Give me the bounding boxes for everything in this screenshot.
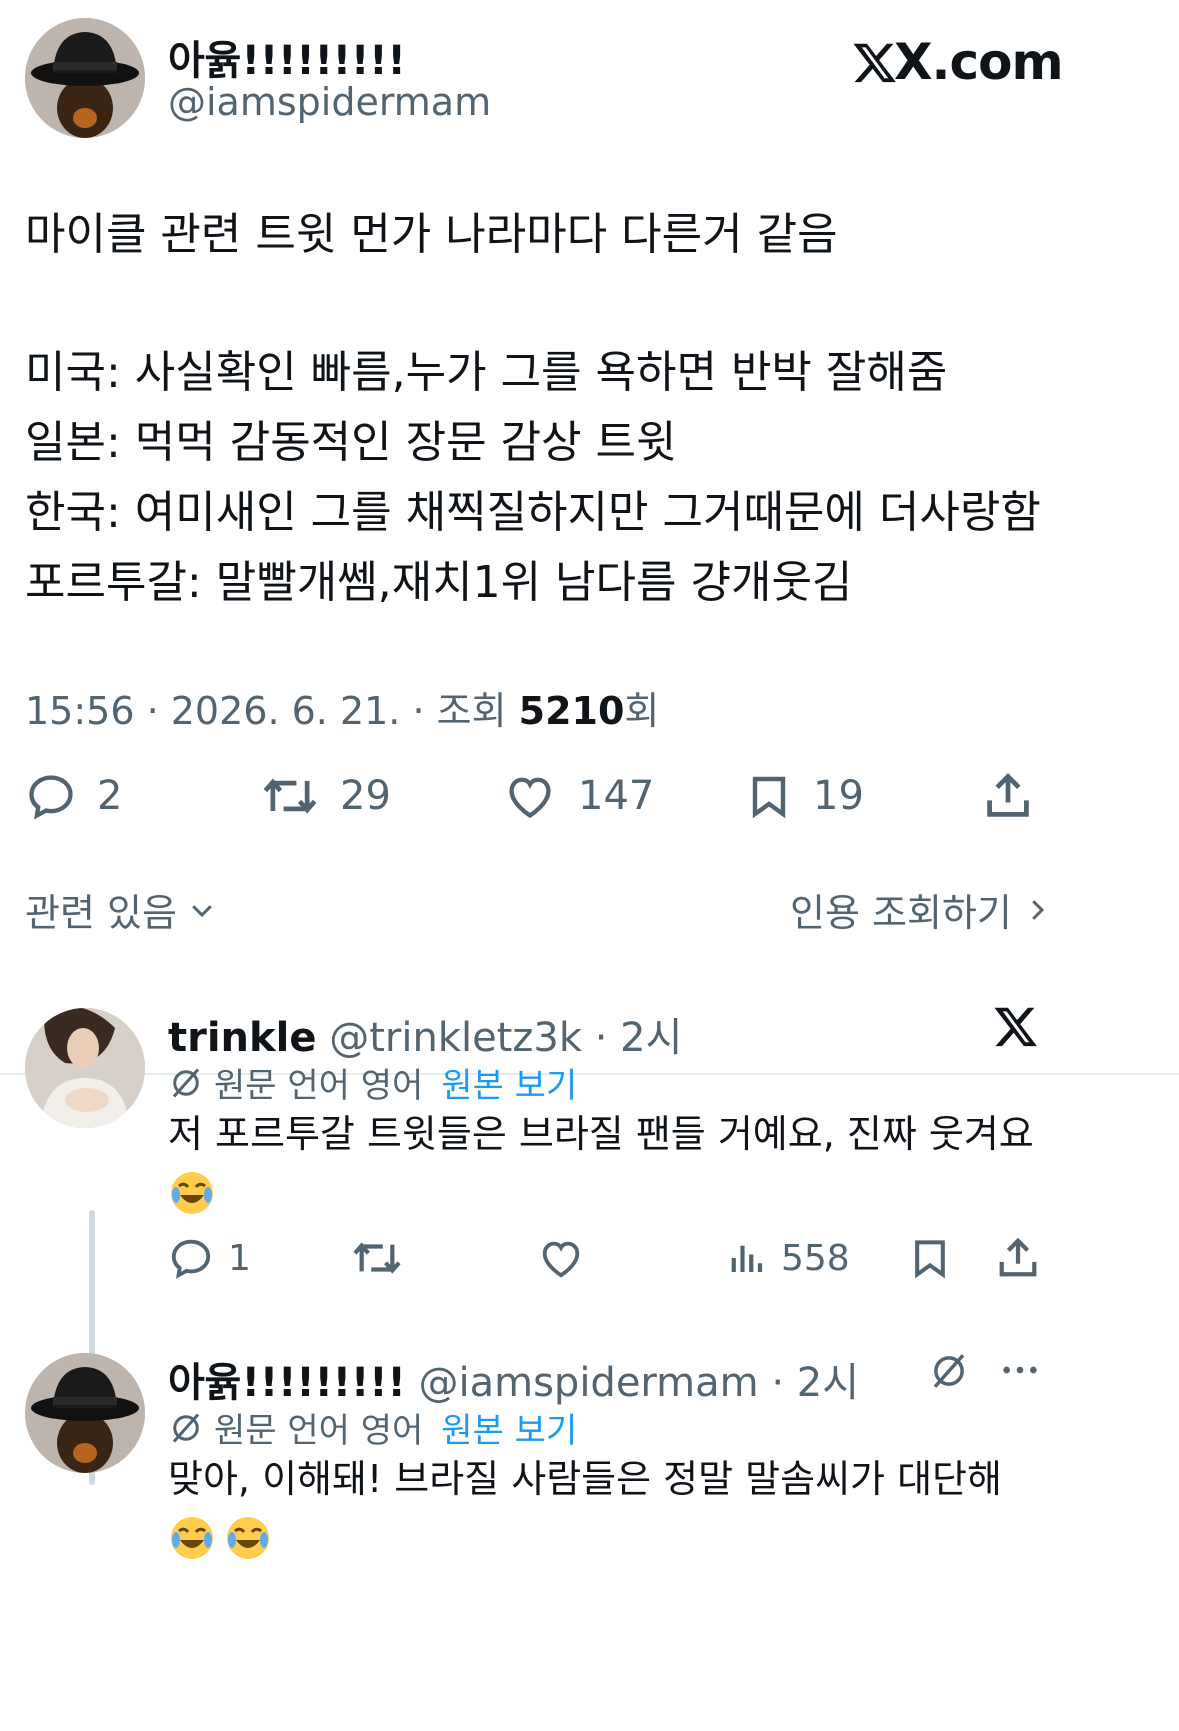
heart-icon [509, 777, 551, 819]
share-icon [999, 1237, 1037, 1277]
reply-view-count: 558 [781, 1237, 850, 1279]
reply-time[interactable]: · 2시 [771, 1360, 859, 1406]
retweet-count: 29 [340, 773, 391, 819]
tweet-line: 미국: 사실확인 빠름,누가 그를 욕하면 반박 잘해줌 [25, 347, 948, 398]
bookmark-icon [752, 776, 786, 819]
reply-text: 맞아, 이해돼! 브라질 사람들은 정말 말솜씨가 대단해 [168, 1450, 1002, 1568]
emoji-row [168, 1508, 1002, 1568]
like-count: 147 [578, 773, 655, 819]
view-quotes-link[interactable]: 인용 조회하기 [790, 882, 1052, 937]
reply-views-button[interactable]: 558 [725, 1235, 850, 1281]
x-com-logo: X.com [852, 32, 1064, 92]
more-icon[interactable] [1000, 1350, 1040, 1390]
reply-display-name[interactable]: 아윩!!!!!!!!! [168, 1360, 406, 1406]
related-label: 관련 있음 [25, 891, 177, 935]
bookmark-icon [915, 1240, 945, 1279]
reply-text-line: 저 포르투갈 트윗들은 브라질 팬들 거예요, 진짜 웃겨요 [168, 1112, 1034, 1156]
translation-language: 원문 언어 영어 [214, 1411, 424, 1451]
author-avatar[interactable] [25, 18, 145, 138]
reply-retweet-button[interactable] [350, 1235, 404, 1285]
translation-note: 원문 언어 영어 원본 보기 [168, 1058, 577, 1107]
chevron-down-icon [192, 904, 212, 917]
heart-icon [542, 1241, 580, 1278]
like-button[interactable]: 147 [502, 770, 654, 822]
tweet-line: 마이클 관련 트윗 먼가 나라마다 다른거 같음 [25, 209, 838, 260]
chevron-right-icon [1032, 899, 1044, 920]
reply-text-line: 맞아, 이해돼! 브라질 사람들은 정말 말솜씨가 대단해 [168, 1457, 1002, 1501]
related-toggle[interactable]: 관련 있음 [25, 882, 217, 937]
retweet-icon [263, 778, 317, 814]
tweet-line: 한국: 여미새인 그를 채찍질하지만 그거때문에 더사랑함 [25, 487, 1041, 538]
author-display-name[interactable]: 아윩!!!!!!!!! [168, 28, 406, 86]
bookmark-count: 19 [813, 773, 864, 819]
reply-share-button[interactable] [995, 1235, 1041, 1285]
x-com-text: X.com [894, 33, 1064, 91]
reply-display-name[interactable]: trinkle [168, 1015, 316, 1061]
tweet-body: 마이클 관련 트윗 먼가 나라마다 다른거 같음 미국: 사실확인 빠름,누가 … [25, 200, 1041, 618]
reply-button[interactable]: 2 [25, 770, 122, 822]
reply-header: trinkle @trinkletz3k · 2시 [168, 1005, 682, 1063]
retweet-button[interactable]: 29 [260, 770, 391, 822]
reply-count: 2 [97, 773, 123, 819]
translation-note: 원문 언어 영어 원본 보기 [168, 1403, 577, 1452]
reply-bookmark-button[interactable] [908, 1235, 952, 1285]
view-suffix: 회 [624, 689, 660, 733]
reply-time[interactable]: · 2시 [595, 1015, 683, 1061]
share-icon [987, 773, 1029, 817]
laughing-emoji-icon [227, 1517, 269, 1559]
reply-handle[interactable]: @trinkletz3k [329, 1015, 582, 1061]
view-count: 5210 [518, 689, 625, 733]
translate-icon[interactable] [928, 1350, 970, 1392]
reply-reply-button[interactable]: 1 [168, 1235, 251, 1281]
translation-language: 원문 언어 영어 [214, 1066, 424, 1106]
x-logo-icon [994, 1007, 1037, 1047]
show-original-link[interactable]: 원본 보기 [441, 1403, 577, 1452]
emoji-row [168, 1163, 1034, 1223]
reply-handle[interactable]: @iamspidermam [419, 1360, 759, 1406]
retweet-icon [353, 1242, 401, 1274]
views-icon [731, 1245, 763, 1272]
translate-icon [172, 1413, 200, 1442]
laughing-emoji-icon [171, 1172, 213, 1214]
laughing-emoji-icon [171, 1517, 213, 1559]
reply-header: 아윩!!!!!!!!! @iamspidermam · 2시 [168, 1350, 859, 1408]
reply-icon [171, 1239, 211, 1279]
reply-like-button[interactable] [537, 1235, 585, 1285]
show-original-link[interactable]: 원본 보기 [441, 1058, 577, 1107]
tweet-meta: 15:56 · 2026. 6. 21. · 조회 5210회 [25, 680, 659, 735]
tweet-line [25, 270, 1041, 338]
reply-avatar[interactable] [25, 1008, 145, 1128]
tweet-line: 포르투갈: 말빨개쎔,재치1위 남다름 걍개웃김 [25, 557, 853, 608]
translate-icon [172, 1068, 200, 1097]
reply-icon [29, 775, 73, 820]
reply-avatar[interactable] [25, 1353, 145, 1473]
author-handle[interactable]: @iamspidermam [168, 80, 491, 124]
x-logo-icon [853, 43, 896, 83]
reply-text: 저 포르투갈 트윗들은 브라질 팬들 거예요, 진짜 웃겨요 [168, 1105, 1034, 1223]
view-quotes-label: 인용 조회하기 [790, 891, 1012, 935]
reply-reply-count: 1 [228, 1237, 251, 1279]
tweet-timestamp[interactable]: 15:56 · 2026. 6. 21. · 조회 [25, 689, 519, 733]
tweet-line: 일본: 먹먹 감동적인 장문 감상 트윗 [25, 417, 677, 468]
bookmark-button[interactable]: 19 [745, 770, 864, 822]
share-button[interactable] [982, 770, 1034, 826]
